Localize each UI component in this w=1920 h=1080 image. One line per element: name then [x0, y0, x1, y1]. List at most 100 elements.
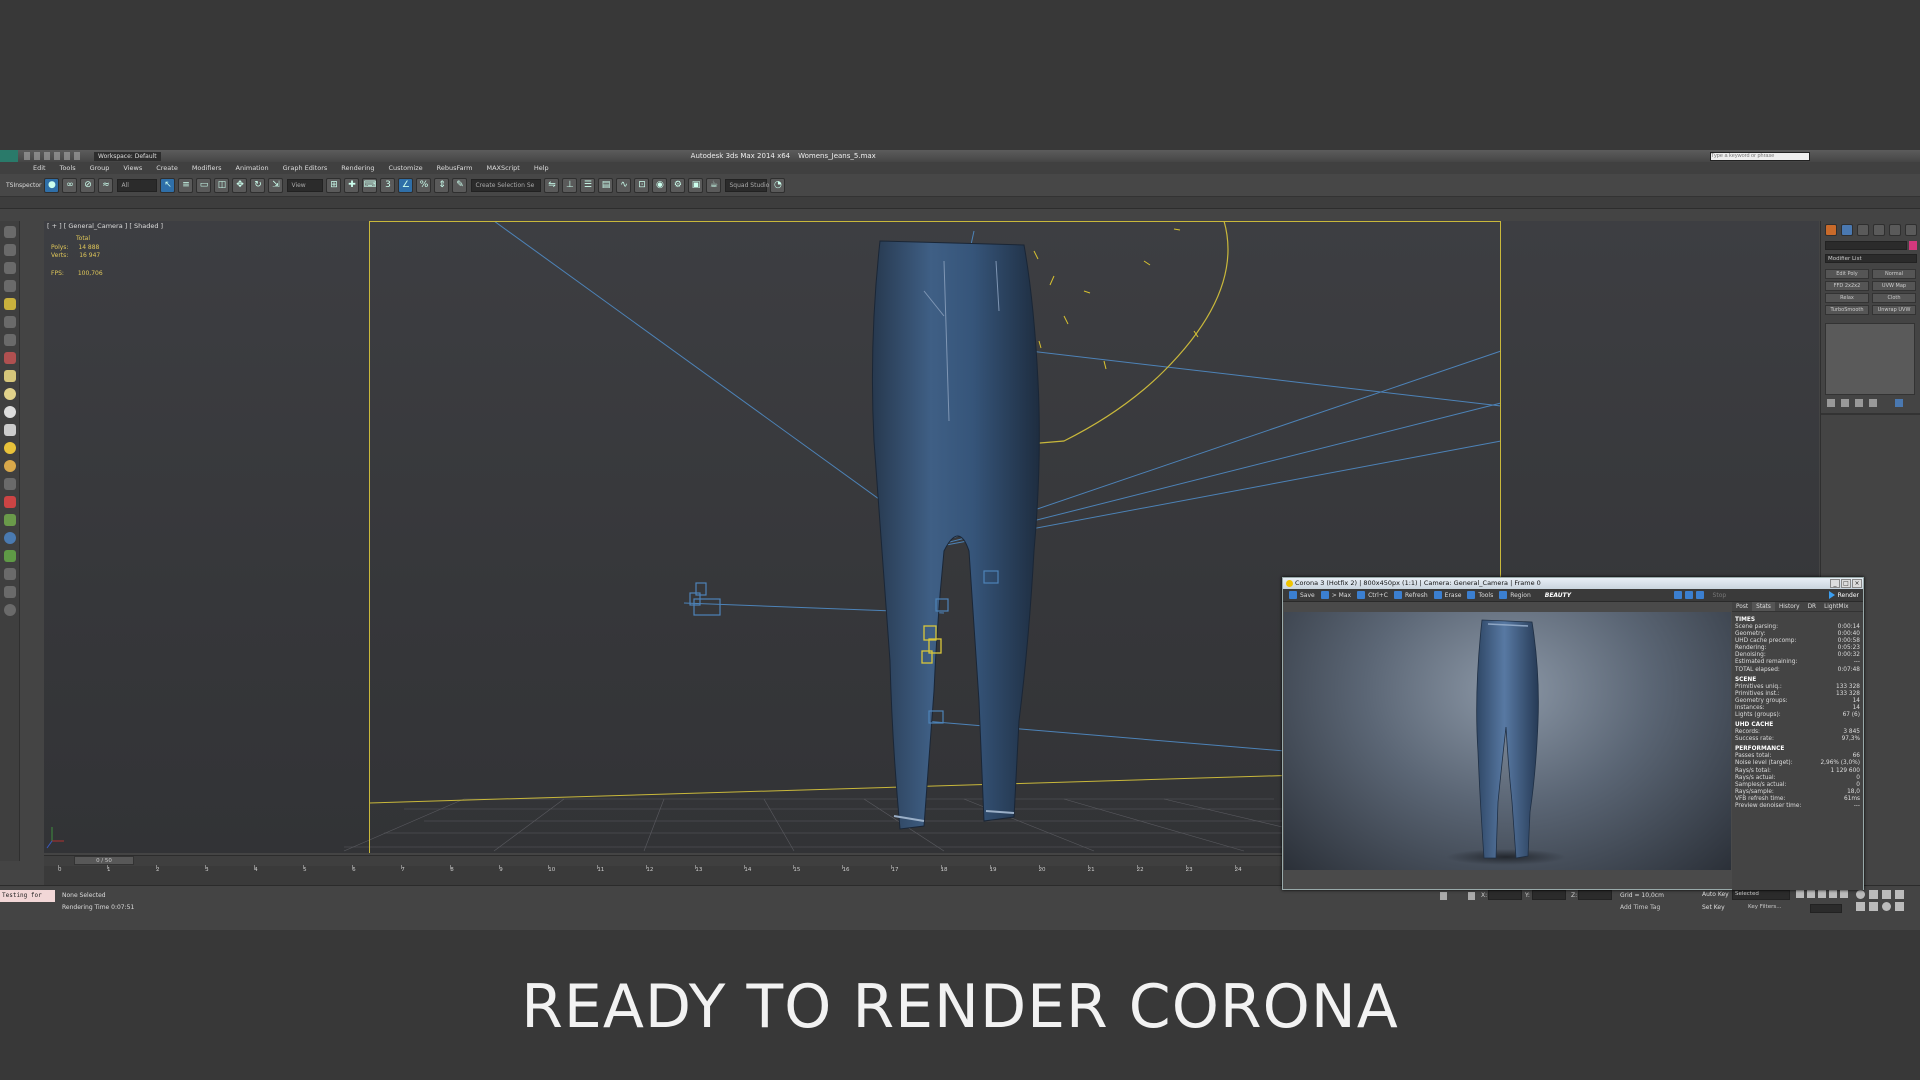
spinner-snap-icon[interactable]: ⇕: [434, 177, 450, 193]
tool-tree-icon[interactable]: [3, 514, 16, 526]
tool-character-icon[interactable]: [3, 568, 16, 580]
tsinspector-icon[interactable]: ●: [44, 177, 60, 193]
lock-selection-icon[interactable]: [1440, 892, 1447, 900]
selection-filter-dropdown[interactable]: All: [117, 178, 158, 192]
named-selection-dropdown[interactable]: Create Selection Se: [471, 178, 542, 192]
squad-studio-dropdown[interactable]: Squad Studio v: [725, 178, 775, 192]
layer-manager-icon[interactable]: ☰: [580, 177, 596, 193]
tsinspector-label[interactable]: TSInspector: [6, 182, 41, 189]
tool-sun-icon[interactable]: [3, 460, 16, 472]
minimize-icon[interactable]: _: [1830, 579, 1840, 588]
vfb-title-bar[interactable]: Corona 3 (Hotfix 2) | 800x450px (1:1) | …: [1283, 578, 1863, 589]
tab-dr[interactable]: DR: [1804, 602, 1821, 611]
rendered-frame-window-icon[interactable]: ▣: [688, 177, 704, 193]
vfb-refresh-button[interactable]: Refresh: [1393, 591, 1428, 599]
modify-tab-icon[interactable]: [1841, 224, 1853, 236]
tool-cone-icon[interactable]: [3, 424, 16, 436]
create-tab-icon[interactable]: [1825, 224, 1837, 236]
tool-grid-icon[interactable]: [3, 586, 16, 598]
tool-spline-icon[interactable]: [3, 478, 16, 490]
remove-modifier-icon[interactable]: [1869, 399, 1877, 407]
zoom-all-icon[interactable]: [1869, 890, 1878, 899]
select-by-name-icon[interactable]: ≡: [178, 177, 194, 193]
go-to-start-icon[interactable]: [1796, 890, 1804, 898]
menu-rendering[interactable]: Rendering: [334, 164, 381, 172]
curve-editor-icon[interactable]: ∿: [616, 177, 632, 193]
window-crossing-icon[interactable]: ◫: [214, 177, 230, 193]
select-manipulate-icon[interactable]: ✚: [344, 177, 360, 193]
graphite-ribbon-icon[interactable]: ▤: [598, 177, 614, 193]
current-frame-field[interactable]: [1810, 904, 1842, 913]
tool-eye-icon[interactable]: [3, 226, 16, 238]
vfb-tools-button[interactable]: Tools: [1467, 591, 1493, 599]
viewport-label[interactable]: [ + ] [ General_Camera ] [ Shaded ]: [47, 222, 163, 230]
keyboard-shortcut-icon[interactable]: ⌨: [362, 177, 378, 193]
tool-box-icon[interactable]: [3, 370, 16, 382]
set-key-button[interactable]: Set Key: [1702, 904, 1725, 911]
menu-help[interactable]: Help: [527, 164, 556, 172]
zoom-out-icon[interactable]: [1684, 591, 1693, 599]
configure-modifier-sets-icon[interactable]: [1895, 399, 1903, 407]
orbit-icon[interactable]: [1882, 902, 1891, 911]
tab-lightmix[interactable]: LightMix: [1820, 602, 1853, 611]
move-icon[interactable]: ✥: [232, 177, 248, 193]
field-of-view-icon[interactable]: [1856, 902, 1865, 911]
search-input[interactable]: [1710, 151, 1810, 161]
menu-graph-editors[interactable]: Graph Editors: [276, 164, 335, 172]
tool-material-icon[interactable]: [3, 352, 16, 364]
menu-tools[interactable]: Tools: [53, 164, 83, 172]
utilities-tab-icon[interactable]: [1905, 224, 1917, 236]
link-icon[interactable]: ∞: [62, 177, 78, 193]
reference-coordinate-dropdown[interactable]: View: [287, 178, 324, 192]
menu-animation[interactable]: Animation: [229, 164, 276, 172]
render-setup-icon[interactable]: ⚙: [670, 177, 686, 193]
x-coordinate-field[interactable]: [1488, 890, 1522, 900]
align-icon[interactable]: ⊥: [562, 177, 578, 193]
render-production-icon[interactable]: ☕: [706, 177, 722, 193]
pivot-center-icon[interactable]: ⊞: [326, 177, 342, 193]
maxscript-listener[interactable]: Testing for: [0, 890, 55, 902]
zoom-fit-icon[interactable]: [1695, 591, 1704, 599]
modifier-btn-turbosmooth[interactable]: TurboSmooth: [1825, 305, 1869, 315]
close-icon[interactable]: ×: [1852, 579, 1862, 588]
vfb-erase-button[interactable]: Erase: [1433, 591, 1461, 599]
modifier-btn-unwrap-uvw[interactable]: Unwrap UVW: [1872, 305, 1916, 315]
menu-modifiers[interactable]: Modifiers: [185, 164, 229, 172]
modifier-btn-relax[interactable]: Relax: [1825, 293, 1869, 303]
schematic-view-icon[interactable]: ⊡: [634, 177, 650, 193]
modifier-btn-cloth[interactable]: Cloth: [1872, 293, 1916, 303]
corona-frame-buffer-window[interactable]: Corona 3 (Hotfix 2) | 800x450px (1:1) | …: [1282, 577, 1864, 890]
z-coordinate-field[interactable]: [1578, 890, 1612, 900]
zoom-in-icon[interactable]: [1673, 591, 1682, 599]
material-editor-icon[interactable]: ◉: [652, 177, 668, 193]
tool-camera-icon[interactable]: [3, 316, 16, 328]
tool-paint-icon[interactable]: [3, 496, 16, 508]
pin-stack-icon[interactable]: [1827, 399, 1835, 407]
percent-snap-icon[interactable]: %: [416, 177, 432, 193]
tab-post[interactable]: Post: [1732, 602, 1752, 611]
hierarchy-tab-icon[interactable]: [1857, 224, 1869, 236]
pan-icon[interactable]: [1869, 902, 1878, 911]
mirror-icon[interactable]: ⇋: [544, 177, 560, 193]
render-scene-icon[interactable]: ◔: [770, 177, 786, 193]
modifier-btn-uvw-map[interactable]: UVW Map: [1872, 281, 1916, 291]
tool-sphere-icon[interactable]: [3, 388, 16, 400]
menu-edit[interactable]: Edit: [26, 164, 53, 172]
vfb-render-button[interactable]: Render: [1828, 591, 1859, 599]
angle-snap-icon[interactable]: ∠: [398, 177, 414, 193]
modifier-list-dropdown[interactable]: Modifier List: [1825, 254, 1917, 263]
time-slider-thumb[interactable]: 0 / 50: [74, 856, 134, 865]
unlink-icon[interactable]: ⊘: [80, 177, 96, 193]
vfb-to-max-button[interactable]: > Max: [1320, 591, 1351, 599]
make-unique-icon[interactable]: [1855, 399, 1863, 407]
quick-access-icons[interactable]: [24, 152, 84, 160]
modifier-btn-edit-poly[interactable]: Edit Poly: [1825, 269, 1869, 279]
absolute-mode-icon[interactable]: [1468, 892, 1475, 900]
modifier-stack[interactable]: [1825, 323, 1915, 395]
tool-light-icon[interactable]: [3, 442, 16, 454]
menu-group[interactable]: Group: [83, 164, 117, 172]
menu-create[interactable]: Create: [149, 164, 185, 172]
tool-layers-icon[interactable]: [3, 262, 16, 274]
maximize-icon[interactable]: □: [1841, 579, 1851, 588]
zoom-extents-icon[interactable]: [1882, 890, 1891, 899]
